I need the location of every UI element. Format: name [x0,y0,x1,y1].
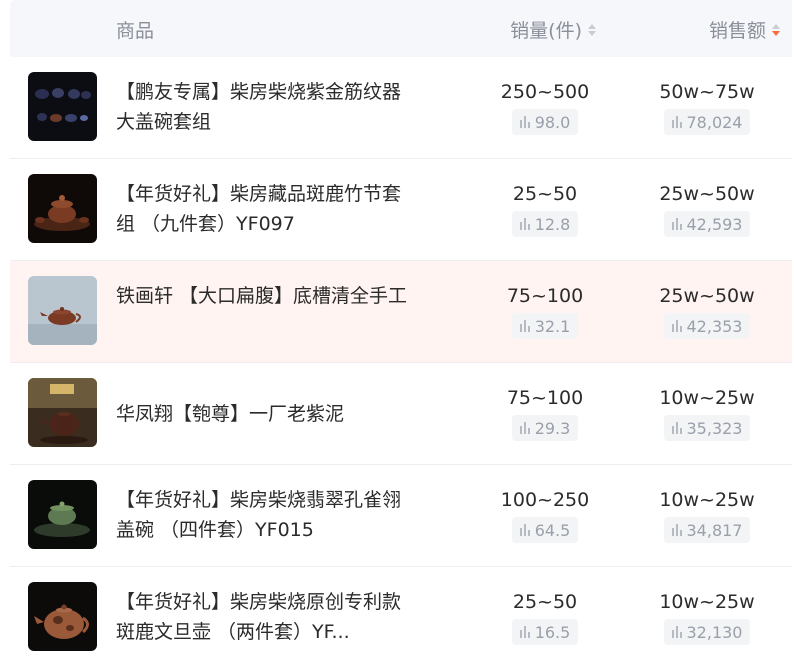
sales-volume-cell: 250~500 98.0 [480,79,610,135]
product-thumbnail[interactable] [28,480,97,549]
table-row[interactable]: 【年货好礼】柴房藏品斑鹿竹节套组 （九件套）YF097 25~50 12.8 2… [10,159,792,261]
sort-asc-icon [588,23,596,29]
sales-amount-cell: 10w~25w 34,817 [642,487,772,543]
product-name[interactable]: 铁画轩 【大口扁腹】底槽清全手工 [116,281,416,311]
sales-amount-range: 10w~25w [659,591,755,613]
sales-volume-range: 25~50 [512,591,578,613]
sales-amount-index-value: 35,323 [686,418,743,438]
sales-volume-index: 98.0 [511,109,579,135]
column-header-sales-amount[interactable]: 销售额 [709,16,780,43]
product-name[interactable]: 【年货好礼】柴房柴烧原创专利款斑鹿文旦壶 （两件套）YF... [116,587,416,647]
sales-volume-index: 16.5 [511,619,579,645]
bar-chart-icon [519,116,530,128]
sales-amount-index: 78,024 [663,109,751,135]
sales-amount-range: 50w~75w [659,81,755,103]
bar-chart-icon [671,524,682,536]
product-name[interactable]: 【年货好礼】柴房柴烧翡翠孔雀翎盖碗 （四件套）YF015 [116,485,416,545]
column-header-product: 商品 [116,20,155,42]
table-row[interactable]: 【年货好礼】柴房柴烧翡翠孔雀翎盖碗 （四件套）YF015 100~250 64.… [10,465,792,567]
table-header: 商品 销量(件) 销售额 [10,0,792,57]
sales-volume-range: 25~50 [512,183,578,205]
sales-volume-index-value: 32.1 [534,316,571,336]
sales-volume-index-value: 29.3 [534,418,571,438]
sales-amount-cell: 10w~25w 32,130 [642,589,772,645]
product-thumbnail[interactable] [28,378,97,447]
sales-volume-index: 32.1 [511,313,579,339]
sales-volume-index: 29.3 [511,415,579,441]
sales-amount-range: 25w~50w [659,183,755,205]
sales-volume-cell: 25~50 16.5 [480,589,610,645]
table-row[interactable]: 华凤翔【匏尊】一厂老紫泥 75~100 29.3 10w~25w 35,323 [10,363,792,465]
product-name[interactable]: 【年货好礼】柴房藏品斑鹿竹节套组 （九件套）YF097 [116,179,416,239]
sales-amount-range: 10w~25w [659,489,755,511]
sales-amount-range: 10w~25w [659,387,755,409]
sales-volume-range: 250~500 [500,81,590,103]
product-ranking-table: 商品 销量(件) 销售额 【鹏友专属】柴房柴烧紫金筋纹器大盖碗套组 250~50… [0,0,794,664]
sales-volume-index-value: 12.8 [534,214,571,234]
column-header-sales-volume-label: 销量(件) [510,20,582,42]
sales-amount-index-value: 32,130 [686,622,743,642]
sales-volume-cell: 100~250 64.5 [480,487,610,543]
table-row[interactable]: 铁画轩 【大口扁腹】底槽清全手工 75~100 32.1 25w~50w 42,… [10,261,792,363]
sales-amount-index: 35,323 [663,415,751,441]
sales-amount-cell: 10w~25w 35,323 [642,385,772,441]
bar-chart-icon [671,218,682,230]
sort-asc-icon [772,23,780,29]
table-body: 【鹏友专属】柴房柴烧紫金筋纹器大盖碗套组 250~500 98.0 50w~75… [10,57,792,664]
sales-volume-index-value: 98.0 [534,112,571,132]
bar-chart-icon [519,218,530,230]
sales-amount-index: 42,353 [663,313,751,339]
product-thumbnail[interactable] [28,276,97,345]
sales-volume-range: 100~250 [500,489,590,511]
bar-chart-icon [671,422,682,434]
sales-amount-cell: 25w~50w 42,593 [642,181,772,237]
column-header-sales-amount-label: 销售额 [708,20,766,42]
sales-amount-index-value: 42,353 [686,316,743,336]
sales-volume-index: 12.8 [511,211,579,237]
sales-volume-index-value: 64.5 [534,520,571,540]
sort-icon[interactable] [772,23,780,36]
bar-chart-icon [519,422,530,434]
sales-volume-cell: 25~50 12.8 [480,181,610,237]
sales-amount-index: 34,817 [663,517,751,543]
sales-amount-index-value: 34,817 [686,520,743,540]
sort-icon[interactable] [588,23,596,36]
sales-amount-index: 32,130 [663,619,751,645]
product-name[interactable]: 华凤翔【匏尊】一厂老紫泥 [116,399,416,429]
table-row[interactable]: 【年货好礼】柴房柴烧原创专利款斑鹿文旦壶 （两件套）YF... 25~50 16… [10,567,792,664]
sales-amount-index-value: 42,593 [686,214,743,234]
bar-chart-icon [519,320,530,332]
sales-amount-cell: 50w~75w 78,024 [642,79,772,135]
product-thumbnail[interactable] [28,72,97,141]
sales-amount-range: 25w~50w [659,285,755,307]
sales-amount-cell: 25w~50w 42,353 [642,283,772,339]
sort-desc-icon [588,30,596,36]
sales-volume-index-value: 16.5 [534,622,571,642]
sales-amount-index-value: 78,024 [686,112,743,132]
bar-chart-icon [671,320,682,332]
product-thumbnail[interactable] [28,174,97,243]
product-thumbnail[interactable] [28,582,97,651]
sales-volume-range: 75~100 [506,285,584,307]
product-name[interactable]: 【鹏友专属】柴房柴烧紫金筋纹器大盖碗套组 [116,77,416,137]
sort-desc-icon-active [772,30,780,36]
bar-chart-icon [671,626,682,638]
sales-volume-cell: 75~100 32.1 [480,283,610,339]
table-row[interactable]: 【鹏友专属】柴房柴烧紫金筋纹器大盖碗套组 250~500 98.0 50w~75… [10,57,792,159]
bar-chart-icon [519,626,530,638]
sales-volume-range: 75~100 [506,387,584,409]
sales-volume-index: 64.5 [511,517,579,543]
bar-chart-icon [671,116,682,128]
sales-volume-cell: 75~100 29.3 [480,385,610,441]
column-header-sales-volume[interactable]: 销量(件) [510,16,596,43]
sales-amount-index: 42,593 [663,211,751,237]
bar-chart-icon [519,524,530,536]
